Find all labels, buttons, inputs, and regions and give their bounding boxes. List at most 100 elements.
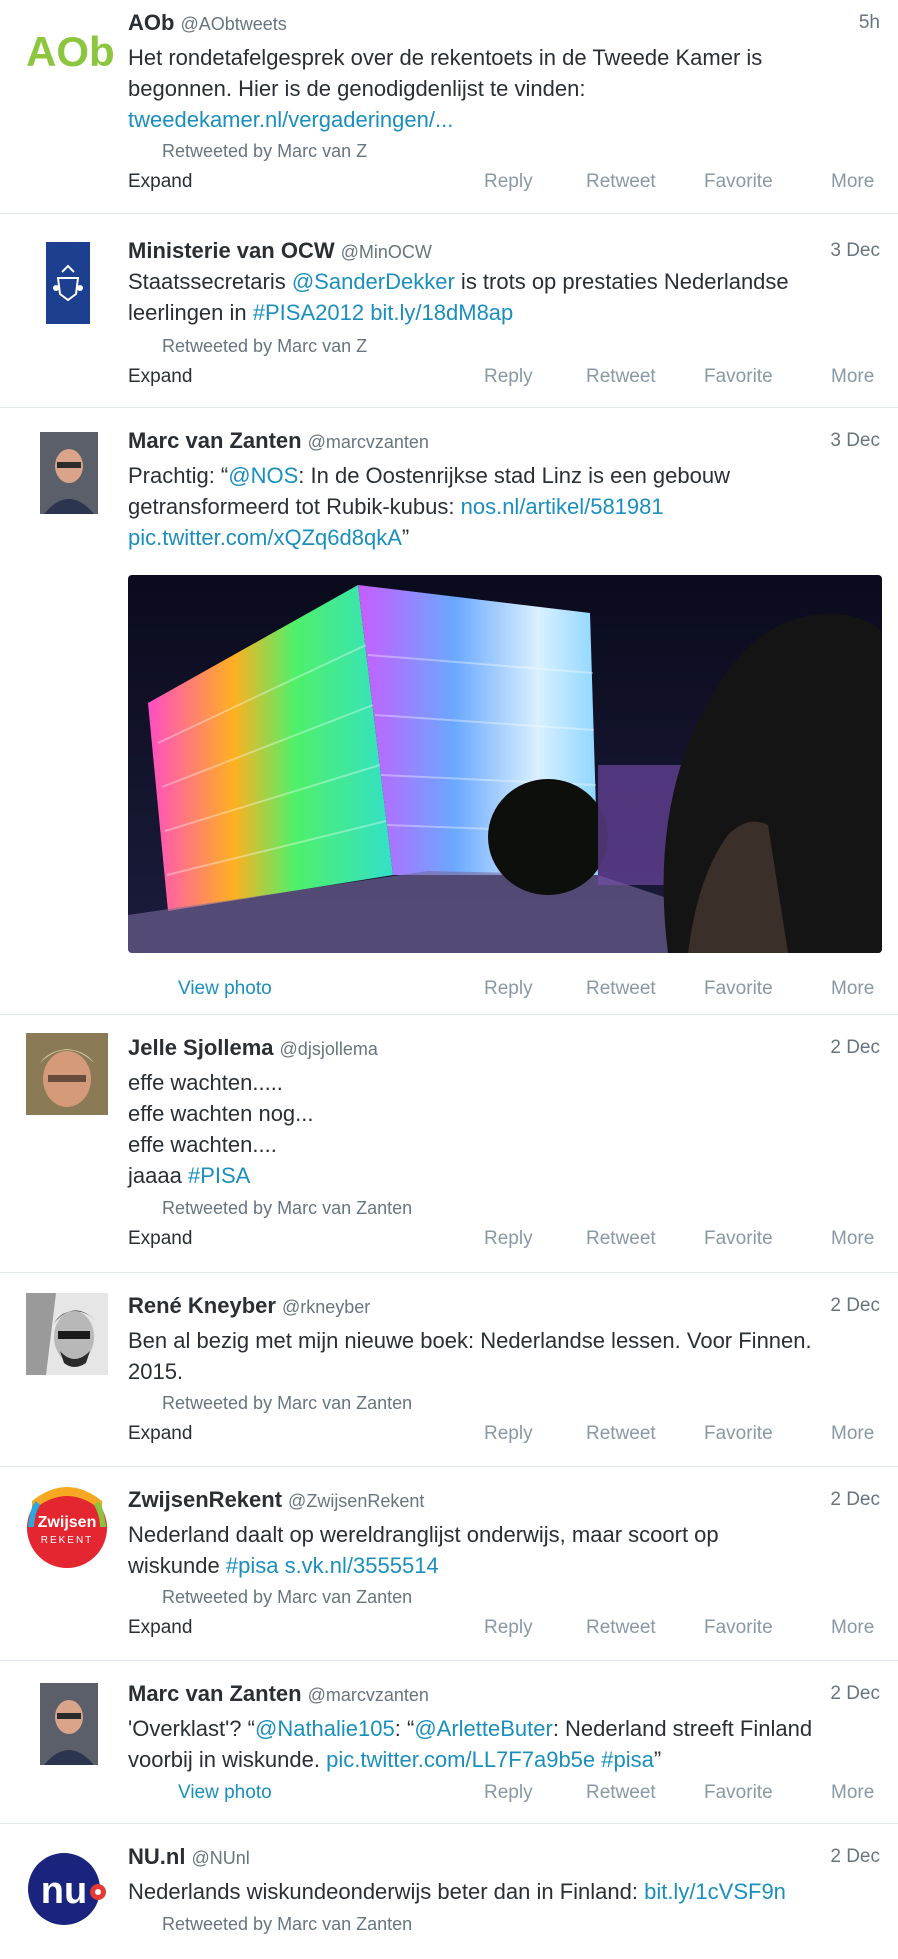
author-handle[interactable]: @AObtweets <box>180 14 286 34</box>
author-name-text[interactable]: René Kneyber <box>128 1293 276 1318</box>
author-name[interactable]: Marc van Zanten @marcvzanten <box>128 1681 429 1707</box>
reply-button[interactable]: Reply <box>484 171 533 193</box>
expand-link[interactable]: Expand <box>128 1423 192 1445</box>
retweet-button[interactable]: Retweet <box>586 1423 656 1445</box>
tweet-link[interactable]: bit.ly/18dM8ap <box>370 300 513 325</box>
author-name-text[interactable]: ZwijsenRekent <box>128 1487 282 1512</box>
tweet-link[interactable]: s.vk.nl/3555514 <box>285 1553 439 1578</box>
tweet[interactable]: Jelle Sjollema @djsjollema 2 Dec effe wac… <box>0 1015 898 1273</box>
view-photo-link[interactable]: View photo <box>178 1782 272 1804</box>
timestamp[interactable]: 2 Dec <box>830 1489 880 1511</box>
author-name[interactable]: Jelle Sjollema @djsjollema <box>128 1035 378 1061</box>
tweet[interactable]: René Kneyber @rkneyber 2 Dec Ben al bezig… <box>0 1273 898 1467</box>
tweet[interactable]: Zwijsen REKENT ZwijsenRekent @ZwijsenReke… <box>0 1467 898 1661</box>
tweet-link[interactable]: bit.ly/1cVSF9n <box>644 1879 786 1904</box>
favorite-button[interactable]: Favorite <box>704 1228 773 1250</box>
retweeted-by[interactable]: Retweeted by Marc van Zanten <box>162 1393 412 1414</box>
retweeted-by[interactable]: Retweeted by Marc van Zanten <box>162 1587 412 1608</box>
hashtag-link[interactable]: #pisa <box>226 1553 279 1578</box>
timestamp[interactable]: 2 Dec <box>830 1846 880 1868</box>
timestamp[interactable]: 3 Dec <box>830 240 880 262</box>
mention-link[interactable]: @Nathalie105 <box>255 1716 395 1741</box>
tweet-photo[interactable] <box>128 575 882 953</box>
retweet-button[interactable]: Retweet <box>586 1228 656 1250</box>
hashtag-link[interactable]: #PISA <box>188 1163 250 1188</box>
favorite-button[interactable]: Favorite <box>704 1617 773 1639</box>
tweet[interactable]: Ministerie van OCW @MinOCW 3 Dec Staatsse… <box>0 214 898 408</box>
author-name-text[interactable]: Jelle Sjollema <box>128 1035 274 1060</box>
tweet[interactable]: nu NU.nl @NUnl 2 Dec Nederlands wiskundeo… <box>0 1824 898 1959</box>
hashtag-link[interactable]: #pisa <box>601 1747 654 1772</box>
avatar[interactable] <box>40 1683 98 1765</box>
mention-link[interactable]: @ArletteButer <box>414 1716 553 1741</box>
reply-button[interactable]: Reply <box>484 1228 533 1250</box>
more-button[interactable]: More <box>831 1423 874 1445</box>
author-name-text[interactable]: NU.nl <box>128 1844 185 1869</box>
mention-link[interactable]: @SanderDekker <box>292 269 455 294</box>
tweet-link[interactable]: nos.nl/artikel/581981 <box>461 494 664 519</box>
more-button[interactable]: More <box>831 366 874 388</box>
avatar[interactable] <box>26 1033 108 1115</box>
timestamp[interactable]: 5h <box>859 12 880 34</box>
author-name[interactable]: Marc van Zanten @marcvzanten <box>128 428 429 454</box>
retweeted-by[interactable]: Retweeted by Marc van Z <box>162 336 367 357</box>
favorite-button[interactable]: Favorite <box>704 978 773 1000</box>
avatar[interactable] <box>26 1293 108 1375</box>
tweet[interactable]: Marc van Zanten @marcvzanten 2 Dec 'Overk… <box>0 1661 898 1824</box>
reply-button[interactable]: Reply <box>484 1423 533 1445</box>
tweet[interactable]: AOb AOb @AObtweets 5h Het rondetafelgespr… <box>0 0 898 214</box>
avatar[interactable] <box>40 432 98 514</box>
retweeted-by[interactable]: Retweeted by Marc van Zanten <box>162 1198 412 1219</box>
more-button[interactable]: More <box>831 171 874 193</box>
author-name[interactable]: ZwijsenRekent @ZwijsenRekent <box>128 1487 424 1513</box>
avatar[interactable] <box>46 242 90 324</box>
author-name-text[interactable]: AOb <box>128 10 174 35</box>
author-handle[interactable]: @MinOCW <box>341 242 432 262</box>
author-name[interactable]: AOb @AObtweets <box>128 10 287 36</box>
avatar[interactable]: nu <box>26 1848 108 1930</box>
reply-button[interactable]: Reply <box>484 366 533 388</box>
mention-link[interactable]: @NOS <box>228 463 298 488</box>
tweet-link[interactable]: tweedekamer.nl/vergaderingen/... <box>128 107 453 132</box>
photo-link[interactable]: pic.twitter.com/xQZq6d8qkA <box>128 525 402 550</box>
author-handle[interactable]: @NUnl <box>191 1848 249 1868</box>
retweet-button[interactable]: Retweet <box>586 978 656 1000</box>
author-handle[interactable]: @marcvzanten <box>308 1685 429 1705</box>
more-button[interactable]: More <box>831 1782 874 1804</box>
retweeted-by[interactable]: Retweeted by Marc van Z <box>162 141 367 162</box>
expand-link[interactable]: Expand <box>128 1228 192 1250</box>
more-button[interactable]: More <box>831 1617 874 1639</box>
timestamp[interactable]: 2 Dec <box>830 1295 880 1317</box>
retweeted-by[interactable]: Retweeted by Marc van Zanten <box>162 1914 412 1935</box>
photo-link[interactable]: pic.twitter.com/LL7F7a9b5e <box>326 1747 595 1772</box>
hashtag-link[interactable]: #PISA2012 <box>253 300 364 325</box>
favorite-button[interactable]: Favorite <box>704 1423 773 1445</box>
view-photo-link[interactable]: View photo <box>178 978 272 1000</box>
timestamp[interactable]: 3 Dec <box>830 430 880 452</box>
retweet-button[interactable]: Retweet <box>586 366 656 388</box>
reply-button[interactable]: Reply <box>484 1782 533 1804</box>
author-name[interactable]: René Kneyber @rkneyber <box>128 1293 370 1319</box>
favorite-button[interactable]: Favorite <box>704 366 773 388</box>
author-name-text[interactable]: Marc van Zanten <box>128 1681 302 1706</box>
retweet-button[interactable]: Retweet <box>586 171 656 193</box>
timestamp[interactable]: 2 Dec <box>830 1683 880 1705</box>
expand-link[interactable]: Expand <box>128 1617 192 1639</box>
author-name-text[interactable]: Marc van Zanten <box>128 428 302 453</box>
reply-button[interactable]: Reply <box>484 1617 533 1639</box>
author-handle[interactable]: @marcvzanten <box>308 432 429 452</box>
favorite-button[interactable]: Favorite <box>704 171 773 193</box>
reply-button[interactable]: Reply <box>484 978 533 1000</box>
timestamp[interactable]: 2 Dec <box>830 1037 880 1059</box>
author-name-text[interactable]: Ministerie van OCW <box>128 238 335 263</box>
author-name[interactable]: NU.nl @NUnl <box>128 1844 250 1870</box>
avatar[interactable]: Zwijsen REKENT <box>26 1487 108 1569</box>
author-handle[interactable]: @ZwijsenRekent <box>288 1491 424 1511</box>
tweet[interactable]: Marc van Zanten @marcvzanten 3 Dec Pracht… <box>0 408 898 1015</box>
author-name[interactable]: Ministerie van OCW @MinOCW <box>128 238 432 264</box>
avatar[interactable]: AOb <box>26 28 116 72</box>
more-button[interactable]: More <box>831 1228 874 1250</box>
expand-link[interactable]: Expand <box>128 171 192 193</box>
favorite-button[interactable]: Favorite <box>704 1782 773 1804</box>
author-handle[interactable]: @rkneyber <box>282 1297 370 1317</box>
